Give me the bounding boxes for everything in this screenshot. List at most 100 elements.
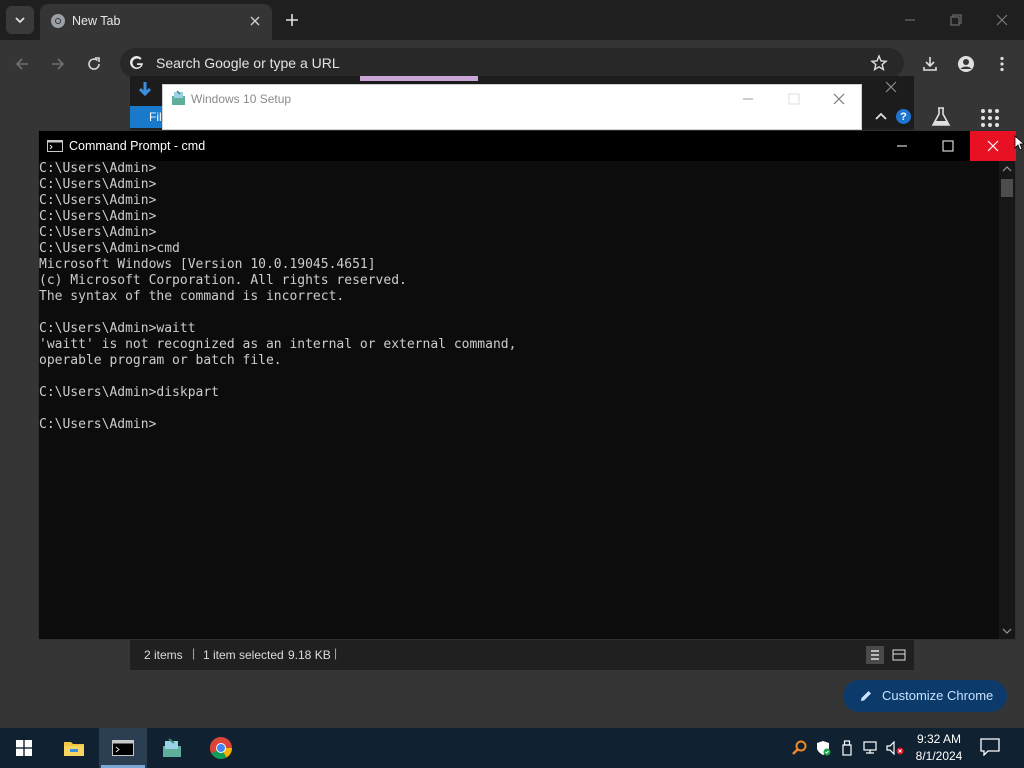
back-arrow-icon (15, 58, 28, 70)
usb-drive-icon (842, 740, 852, 756)
tab-title: New Tab (72, 14, 121, 28)
windows-taskbar: 9:32 AM 8/1/2024 (0, 728, 1024, 768)
more-vertical-icon (1000, 56, 1004, 72)
taskbar-command-prompt[interactable] (99, 728, 147, 768)
close-icon (833, 93, 845, 105)
volume-muted-icon (886, 741, 904, 755)
tray-volume-icon[interactable] (884, 728, 906, 768)
tab-new-tab[interactable]: New Tab (40, 4, 272, 40)
windows-setup-window[interactable]: Windows 10 Setup (162, 84, 862, 130)
minimize-icon (897, 145, 907, 147)
setup-icon (163, 738, 181, 757)
close-icon (996, 14, 1008, 26)
taskbar-clock[interactable]: 9:32 AM 8/1/2024 (908, 731, 970, 765)
cmd-minimize-button[interactable] (879, 131, 925, 161)
google-apps-icon[interactable] (980, 108, 1000, 128)
downloads-button[interactable] (918, 52, 942, 76)
labs-flask-icon[interactable] (930, 106, 952, 128)
profile-button[interactable] (954, 52, 978, 76)
forward-button[interactable] (46, 52, 70, 76)
taskbar-chrome[interactable] (197, 728, 245, 768)
cmd-maximize-button[interactable] (925, 131, 971, 161)
windows-logo-icon (16, 740, 32, 756)
large-icons-view-icon[interactable] (890, 646, 908, 664)
tray-search-icon[interactable] (788, 728, 810, 768)
status-separator: | (334, 646, 338, 660)
profile-icon (958, 56, 974, 72)
explorer-file-tab[interactable]: File (130, 106, 164, 128)
chrome-icon (210, 737, 232, 759)
chrome-tab-bar: New Tab (0, 0, 1024, 40)
maximize-icon (788, 93, 800, 105)
details-view-icon[interactable] (866, 646, 884, 664)
customize-chrome-button[interactable]: Customize Chrome (843, 680, 1007, 712)
tray-security-icon[interactable] (812, 728, 834, 768)
cmd-title-bar[interactable]: Command Prompt - cmd (39, 131, 1016, 161)
start-button[interactable] (0, 728, 48, 768)
chevron-up-icon[interactable] (874, 109, 888, 123)
chevron-down-icon (15, 17, 25, 24)
minimize-icon (905, 19, 915, 21)
chrome-menu-button[interactable] (990, 52, 1014, 76)
omnibox[interactable]: Search Google or type a URL (120, 48, 904, 78)
new-tab-button[interactable] (282, 10, 302, 30)
back-button[interactable] (10, 52, 34, 76)
chrome-restore-button[interactable] (944, 8, 968, 32)
reload-button[interactable] (82, 52, 106, 76)
help-icon[interactable]: ? (896, 109, 911, 124)
console-line: C:\Users\Admin> (39, 417, 157, 432)
tab-search-button[interactable] (6, 6, 34, 34)
scroll-up-arrow-icon[interactable] (1002, 165, 1012, 173)
explorer-accent-bar (360, 76, 478, 81)
download-arrow-icon[interactable] (138, 81, 152, 99)
cmd-scrollbar[interactable] (999, 161, 1015, 639)
maximize-icon (942, 140, 954, 152)
close-icon (987, 140, 999, 152)
tab-close-button[interactable] (246, 12, 264, 30)
setup-icon (172, 90, 185, 105)
notification-center-icon[interactable] (980, 738, 1000, 756)
console-line: C:\Users\Admin> (39, 161, 157, 176)
console-line: The syntax of the command is incorrect. (39, 289, 345, 304)
status-selected-size: 9.18 KB (288, 648, 331, 662)
console-line: C:\Users\Admin> (39, 225, 157, 240)
cmd-console-output[interactable]: C:\Users\Admin> C:\Users\Admin> C:\Users\A… (39, 161, 999, 639)
status-selected-count: 1 item selected (203, 648, 284, 662)
clock-date: 8/1/2024 (915, 749, 963, 763)
chrome-close-button[interactable] (990, 8, 1014, 32)
customize-chrome-label: Customize Chrome (882, 688, 994, 703)
reload-icon (88, 57, 100, 70)
console-line: C:\Users\Admin>waitt (39, 321, 196, 336)
bookmark-star-icon[interactable] (870, 54, 888, 72)
clock-time: 9:32 AM (916, 732, 962, 746)
shield-icon (817, 741, 831, 756)
console-line: C:\Users\Admin>diskpart (39, 385, 220, 400)
command-prompt-window[interactable]: Command Prompt - cmd C:\Users\Admin> C:\U… (38, 130, 1016, 640)
taskbar-file-explorer[interactable] (50, 728, 98, 768)
setup-close-button[interactable] (826, 89, 852, 109)
chrome-minimize-button[interactable] (898, 8, 922, 32)
setup-maximize-button[interactable] (781, 89, 807, 109)
setup-window-title: Windows 10 Setup (191, 92, 292, 106)
mouse-cursor-icon (1014, 135, 1024, 151)
chrome-favicon-icon (51, 14, 65, 28)
console-line: C:\Users\Admin>cmd (39, 241, 180, 256)
console-line: (c) Microsoft Corporation. All rights re… (39, 273, 407, 288)
console-line: operable program or batch file. (39, 353, 282, 368)
network-icon (863, 741, 877, 754)
cmd-window-title: Command Prompt - cmd (69, 139, 206, 153)
tray-usb-icon[interactable] (836, 728, 858, 768)
cmd-close-button[interactable] (970, 131, 1016, 161)
magnifier-icon (792, 740, 807, 755)
close-icon[interactable] (884, 80, 898, 94)
scrollbar-thumb[interactable] (1001, 179, 1013, 197)
taskbar-windows-setup[interactable] (148, 728, 196, 768)
tray-network-icon[interactable] (860, 728, 882, 768)
setup-minimize-button[interactable] (735, 89, 761, 109)
minimize-icon (743, 98, 753, 100)
pencil-icon (861, 691, 871, 701)
scroll-down-arrow-icon[interactable] (1002, 627, 1012, 635)
download-icon (923, 57, 937, 71)
